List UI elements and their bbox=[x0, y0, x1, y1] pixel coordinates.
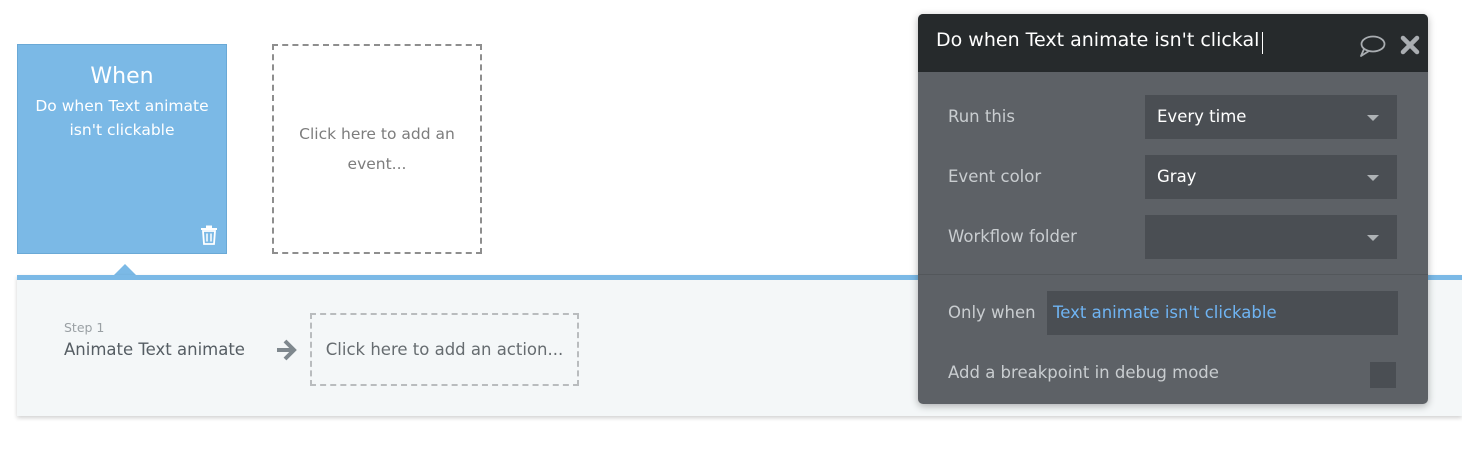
event-color-label: Event color bbox=[948, 167, 1042, 186]
workflow-property-editor: Do when Text animate isn't clickal Run t… bbox=[918, 14, 1428, 404]
add-event-button[interactable]: Click here to add an event... bbox=[272, 44, 482, 254]
breakpoint-checkbox[interactable] bbox=[1370, 362, 1396, 388]
panel-title-input[interactable]: Do when Text animate isn't clickal bbox=[936, 29, 1266, 51]
event-name: Do when Text animate isn't clickable bbox=[35, 97, 209, 139]
text-cursor bbox=[1262, 32, 1263, 54]
step-number: Step 1 bbox=[64, 320, 105, 335]
chevron-down-icon bbox=[1367, 115, 1379, 121]
run-this-value: Every time bbox=[1157, 107, 1247, 126]
event-selected-pointer bbox=[114, 264, 136, 275]
only-when-expression[interactable]: Text animate isn't clickable bbox=[1053, 303, 1277, 322]
breakpoint-label: Add a breakpoint in debug mode bbox=[948, 363, 1219, 382]
chevron-down-icon bbox=[1367, 175, 1379, 181]
workflow-folder-label: Workflow folder bbox=[948, 227, 1077, 246]
panel-header: Do when Text animate isn't clickal bbox=[918, 14, 1428, 72]
event-color-value: Gray bbox=[1157, 167, 1197, 186]
comment-icon[interactable] bbox=[1358, 34, 1386, 58]
step-1-action[interactable]: Animate Text animate bbox=[64, 340, 245, 359]
arrow-right-icon bbox=[277, 339, 297, 361]
event-color-dropdown[interactable]: Gray bbox=[1145, 155, 1397, 199]
add-event-label: Click here to add an event... bbox=[299, 125, 455, 173]
event-heading: When bbox=[90, 64, 154, 89]
chevron-down-icon bbox=[1367, 235, 1379, 241]
add-action-button[interactable]: Click here to add an action... bbox=[310, 313, 579, 386]
only-when-label: Only when bbox=[948, 303, 1036, 322]
panel-divider bbox=[918, 274, 1428, 275]
trash-icon[interactable] bbox=[200, 225, 218, 245]
workflow-folder-dropdown[interactable] bbox=[1145, 215, 1397, 259]
run-this-dropdown[interactable]: Every time bbox=[1145, 95, 1397, 139]
close-icon[interactable] bbox=[1400, 35, 1420, 55]
event-card[interactable]: When Do when Text animate isn't clickabl… bbox=[17, 44, 227, 254]
only-when-expression-field[interactable]: Text animate isn't clickable bbox=[1047, 291, 1398, 335]
add-action-label: Click here to add an action... bbox=[325, 340, 564, 359]
run-this-label: Run this bbox=[948, 107, 1015, 126]
